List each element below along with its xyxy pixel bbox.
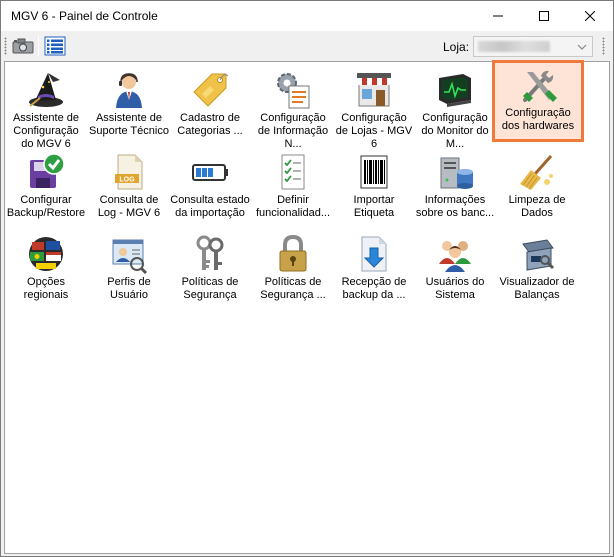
database-server-icon	[440, 157, 473, 189]
camera-icon	[12, 38, 34, 54]
item-label: Configuração de Lojas - MGV 6	[335, 112, 413, 150]
item-assistente-suporte[interactable]: Assistente de Suporte Técnico	[89, 66, 169, 148]
item-informacoes-banco[interactable]: Informações sobre os banc...	[415, 148, 495, 230]
item-label: Recepção de backup da ...	[341, 276, 407, 301]
item-label: Perfis de Usuário	[107, 276, 151, 301]
checklist-icon	[281, 154, 305, 190]
chevron-down-icon	[577, 44, 587, 50]
minimize-icon	[493, 15, 503, 17]
item-politicas-seguranca[interactable]: Políticas de Segurança	[170, 230, 250, 312]
list-view-icon	[44, 36, 66, 56]
maximize-button[interactable]	[521, 1, 567, 31]
item-visualizador-balancas[interactable]: Visualizador de Balanças	[497, 230, 577, 312]
item-perfis-usuario[interactable]: Perfis de Usuário	[89, 230, 169, 312]
item-config-informacao[interactable]: Configuração de Informação N...	[253, 66, 333, 150]
close-button[interactable]	[567, 1, 613, 31]
toolbar-grip[interactable]	[4, 37, 7, 55]
list-view-button[interactable]	[43, 35, 67, 57]
toolbar-separator	[38, 36, 39, 56]
item-label: Configuração de Informação N...	[257, 112, 329, 150]
close-icon	[585, 11, 595, 21]
barcode-icon	[360, 155, 388, 189]
users-group-icon	[439, 241, 471, 272]
control-panel-window: MGV 6 - Painel de Controle Loja: Assiste…	[0, 0, 614, 557]
support-person-icon	[116, 73, 142, 108]
monitor-icon	[439, 74, 471, 107]
item-label: Visualizador de Balanças	[499, 276, 575, 301]
icon-grid: Assistente de Configuração do MGV 6 Assi…	[4, 60, 610, 554]
item-usuarios-sistema[interactable]: Usuários do Sistema	[415, 230, 495, 312]
item-config-hardwares[interactable]: Configuração dos hardwares	[492, 60, 584, 142]
item-label: Assistente de Suporte Técnico	[89, 112, 169, 137]
broom-icon	[520, 155, 553, 190]
padlock-icon	[279, 234, 307, 272]
store-icon	[357, 73, 391, 107]
backup-check-icon	[30, 153, 65, 188]
maximize-icon	[539, 11, 549, 21]
item-config-lojas[interactable]: Configuração de Lojas - MGV 6	[334, 66, 414, 150]
item-assistente-config[interactable]: Assistente de Configuração do MGV 6	[6, 66, 86, 150]
item-label: Políticas de Segurança ...	[260, 276, 326, 301]
gear-document-icon	[277, 73, 310, 109]
item-label: Definir funcionalidad...	[256, 194, 330, 219]
toolbar: Loja:	[1, 31, 613, 61]
item-label: Configuração do Monitor do M...	[421, 112, 489, 150]
toolbar-end-grip	[602, 37, 605, 55]
item-label: Configurar Backup/Restore	[6, 194, 86, 219]
loja-value-redacted	[478, 41, 550, 52]
scale-icon	[522, 239, 555, 271]
window-title: MGV 6 - Painel de Controle	[11, 9, 158, 23]
keys-icon	[196, 235, 224, 270]
item-label: Cadastro de Categorias ...	[177, 112, 243, 137]
item-configurar-backup[interactable]: Configurar Backup/Restore	[6, 148, 86, 230]
item-cadastro-categorias[interactable]: Cadastro de Categorias ...	[170, 66, 250, 148]
item-label: Usuários do Sistema	[425, 276, 485, 301]
item-label: Consulta estado da importação	[170, 194, 250, 219]
item-label: Configuração dos hardwares	[501, 107, 575, 132]
large-icons-button[interactable]	[11, 35, 35, 57]
download-file-icon	[361, 236, 387, 272]
loja-label: Loja:	[443, 40, 470, 54]
item-consulta-estado[interactable]: Consulta estado da importação	[170, 148, 250, 230]
item-importar-etiqueta[interactable]: Importar Etiqueta	[334, 148, 414, 230]
item-label: Limpeza de Dados	[508, 194, 566, 219]
item-config-monitor[interactable]: Configuração do Monitor do M...	[415, 66, 495, 150]
minimize-button[interactable]	[475, 1, 521, 31]
item-opcoes-regionais[interactable]: Opções regionais	[6, 230, 86, 312]
flags-globe-icon	[29, 237, 63, 271]
item-politicas-seguranca-2[interactable]: Políticas de Segurança ...	[253, 230, 333, 312]
item-label: Consulta de Log - MGV 6	[97, 194, 161, 219]
item-label: Políticas de Segurança	[181, 276, 239, 301]
item-recepcao-backup[interactable]: Recepção de backup da ...	[334, 230, 414, 312]
item-definir-funcionalidade[interactable]: Definir funcionalidad...	[253, 148, 333, 230]
title-bar[interactable]: MGV 6 - Painel de Controle	[1, 1, 613, 31]
loja-select[interactable]	[473, 36, 593, 57]
item-consulta-log[interactable]: LOG Consulta de Log - MGV 6	[89, 148, 169, 230]
item-label: Importar Etiqueta	[353, 194, 395, 219]
svg-text:LOG: LOG	[119, 177, 135, 184]
battery-icon	[192, 164, 228, 181]
tools-icon	[523, 70, 557, 102]
user-profile-icon	[112, 239, 148, 274]
item-label: Assistente de Configuração do MGV 6	[12, 112, 80, 150]
item-label: Opções regionais	[23, 276, 69, 301]
log-file-icon: LOG	[115, 154, 143, 190]
item-label: Informações sobre os banc...	[415, 194, 495, 219]
tag-icon	[193, 73, 229, 107]
item-limpeza-dados[interactable]: Limpeza de Dados	[497, 148, 577, 230]
wizard-hat-icon	[29, 73, 63, 107]
